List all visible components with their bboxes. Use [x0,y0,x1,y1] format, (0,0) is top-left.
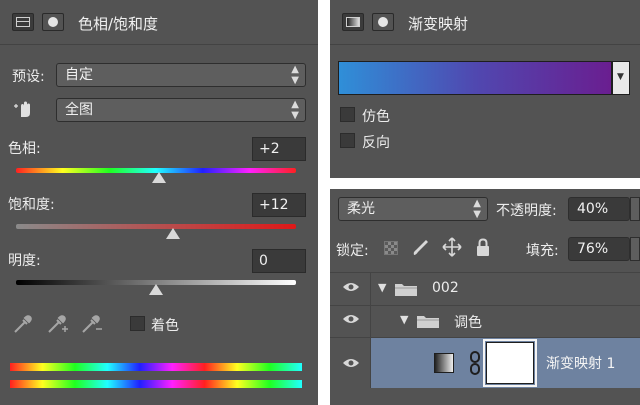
mask-icon[interactable] [42,13,64,31]
lock-all-icon[interactable] [474,237,492,257]
eyedropper-subtract-icon[interactable] [80,313,104,335]
eyedropper-add-icon[interactable] [46,313,70,335]
opacity-label: 不透明度: [496,203,557,219]
preset-value: 自定 [65,67,93,83]
fill-field[interactable]: 76% [568,237,630,261]
gradient-preview[interactable] [338,61,612,95]
colorize-label: 着色 [151,318,179,334]
layer-mask-thumbnail[interactable] [483,339,537,387]
opacity-dropdown-arrow[interactable] [630,197,640,221]
adjustment-layer-icon[interactable] [12,13,34,31]
range-select[interactable]: 全图 ▲ ▼ [56,98,306,122]
chevron-down-icon: ▼ [617,72,624,82]
fill-value: 76% [577,241,609,257]
blend-mode-value: 柔光 [347,201,375,217]
panel-title: 色相/饱和度 [78,15,159,33]
lock-label: 锁定: [336,243,369,259]
hue-value-field[interactable]: +2 [252,137,306,161]
preset-select[interactable]: 自定 ▲ ▼ [56,63,306,87]
gradient-dropdown-button[interactable]: ▼ [612,61,630,95]
eye-icon[interactable] [342,281,360,297]
mask-link-icon[interactable] [469,350,481,380]
lightness-slider-thumb[interactable] [149,284,163,295]
panel-header: 渐变映射 [330,0,640,45]
fill-dropdown-arrow[interactable] [630,237,640,261]
lightness-value-field[interactable]: 0 [252,249,306,273]
lock-image-pixels-icon[interactable] [410,237,432,257]
opacity-value: 40% [577,201,609,217]
colorize-checkbox[interactable] [130,316,145,331]
layer-row-group[interactable]: ▼ 002 [330,272,640,306]
targeted-adjustment-hand-icon[interactable] [12,97,36,119]
range-value: 全图 [65,102,93,118]
folder-icon [394,281,418,301]
saturation-slider-track[interactable] [16,224,296,229]
hue-saturation-panel: 色相/饱和度 预设: 自定 ▲ ▼ 全图 ▲ ▼ 色相: +2 饱和度: +12 明… [0,0,318,405]
reverse-checkbox[interactable] [340,133,355,148]
layers-panel: 柔光 ▲ ▼ 不透明度: 40% 锁定: 填充: 76% ▼ 002 ▼ 调色 … [330,189,640,405]
disclosure-triangle-icon[interactable]: ▼ [378,281,386,294]
lightness-label: 明度: [8,253,41,269]
select-arrows-icon: ▲ ▼ [291,64,299,86]
eyedropper-icon[interactable] [12,313,34,335]
panel-title: 渐变映射 [408,15,469,33]
layer-name: 调色 [454,315,482,331]
layer-name: 渐变映射 1 [546,356,616,372]
dither-label: 仿色 [362,109,390,125]
opacity-field[interactable]: 40% [568,197,630,221]
lock-transparent-pixels-icon[interactable] [384,241,398,255]
fill-label: 填充: [526,243,559,259]
layer-row-gradient-map[interactable]: 渐变映射 1 [330,338,640,388]
disclosure-triangle-icon[interactable]: ▼ [400,313,408,326]
select-arrows-icon: ▲ ▼ [291,99,299,121]
saturation-label: 饱和度: [8,197,55,213]
eye-icon[interactable] [342,313,360,329]
reverse-label: 反向 [362,135,390,151]
blend-mode-select[interactable]: 柔光 ▲ ▼ [338,197,488,221]
panel-header: 色相/饱和度 [0,0,318,45]
select-arrows-icon: ▲ ▼ [473,198,481,220]
hue-slider-thumb[interactable] [151,172,166,183]
saturation-slider-thumb[interactable] [165,228,180,239]
hue-label: 色相: [8,141,41,157]
output-spectrum-bar [10,380,302,388]
mask-icon[interactable] [372,13,394,31]
dither-checkbox[interactable] [340,107,355,122]
gradient-map-layer-icon [434,353,454,373]
preset-label: 预设: [12,69,45,85]
lock-position-icon[interactable] [442,237,462,257]
layer-row-subgroup[interactable]: ▼ 调色 [330,305,640,338]
folder-icon [416,313,440,333]
layer-name: 002 [432,280,459,296]
gradient-map-layer-icon[interactable] [342,13,364,31]
gradient-map-panel: 渐变映射 ▼ 仿色 反向 [330,0,640,178]
input-spectrum-bar [10,363,302,371]
eye-icon[interactable] [342,357,360,373]
saturation-value-field[interactable]: +12 [252,193,306,217]
